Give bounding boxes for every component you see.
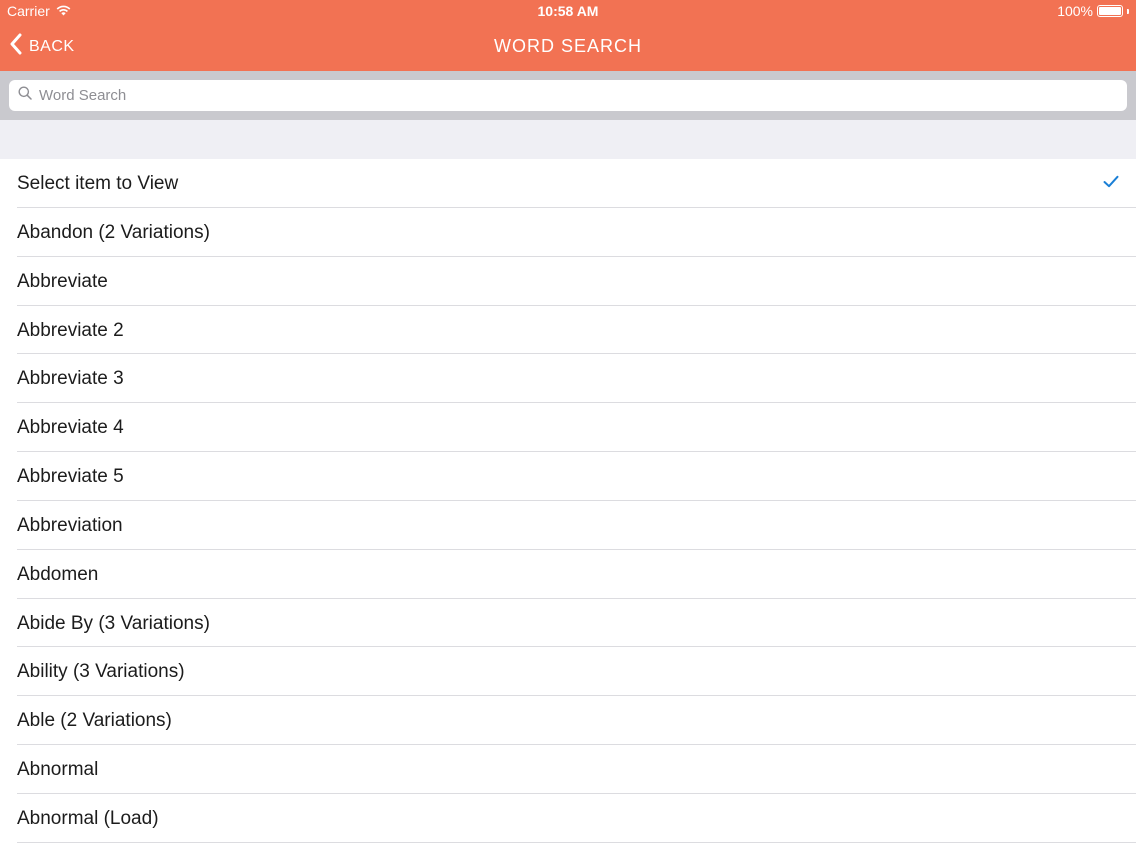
word-list: Select item to View Abandon (2 Variation… xyxy=(0,159,1136,843)
battery-percent: 100% xyxy=(1057,3,1093,19)
list-item-label: Select item to View xyxy=(17,173,179,194)
list-item-label: Able (2 Variations) xyxy=(17,710,172,732)
row-separator xyxy=(17,841,1136,843)
list-item[interactable]: Abide By (3 Variations) xyxy=(0,599,1136,648)
status-right: 100% xyxy=(1057,3,1129,19)
list-item[interactable]: Abbreviate 2 xyxy=(0,306,1136,355)
list-item[interactable]: Able (2 Variations) xyxy=(0,696,1136,746)
list-item[interactable]: Abbreviate 3 xyxy=(0,354,1136,404)
list-item-label: Abbreviation xyxy=(17,514,123,536)
search-field[interactable] xyxy=(9,80,1127,111)
list-item[interactable]: Abnormal xyxy=(0,745,1136,794)
list-item-label: Abandon (2 Variations) xyxy=(17,221,210,243)
list-item-label: Abnormal (Load) xyxy=(17,807,159,829)
list-item[interactable]: Abdomen xyxy=(0,550,1136,599)
list-item[interactable]: Abbreviate 4 xyxy=(0,403,1136,453)
checkmark-icon xyxy=(1103,175,1119,193)
list-item[interactable]: Abbreviate xyxy=(0,257,1136,306)
list-item[interactable]: Abbreviation xyxy=(0,501,1136,550)
list-item-label: Abdomen xyxy=(17,563,99,585)
navigation-bar: BACK WORD SEARCH xyxy=(0,22,1136,71)
search-bar xyxy=(0,71,1136,120)
page-title: WORD SEARCH xyxy=(493,36,642,56)
list-item-label: Abbreviate 3 xyxy=(17,368,124,390)
list-item[interactable]: Abandon (2 Variations) xyxy=(0,208,1136,257)
search-icon xyxy=(18,86,32,105)
list-item-label: Abide By (3 Variations) xyxy=(17,612,210,634)
list-item[interactable]: Ability (3 Variations) xyxy=(0,647,1136,697)
section-header-spacer xyxy=(0,120,1136,159)
battery-icon xyxy=(1097,5,1123,17)
list-item-label: Ability (3 Variations) xyxy=(17,661,185,683)
status-time: 10:58 AM xyxy=(537,3,599,19)
list-item[interactable]: Abbreviate 5 xyxy=(0,452,1136,501)
list-item[interactable]: Abnormal (Load) xyxy=(0,794,1136,843)
list-item-label: Abbreviate xyxy=(17,270,108,292)
status-bar: Carrier 10:58 AM 100% xyxy=(0,0,1136,22)
list-item-select-prompt[interactable]: Select item to View xyxy=(0,159,1136,208)
search-input[interactable] xyxy=(39,87,1099,104)
list-item-label: Abbreviate 2 xyxy=(17,319,124,341)
list-item-label: Abbreviate 5 xyxy=(17,466,124,488)
list-item-label: Abnormal xyxy=(17,759,99,781)
battery-tip xyxy=(1127,8,1129,14)
list-item-label: Abbreviate 4 xyxy=(17,417,124,439)
